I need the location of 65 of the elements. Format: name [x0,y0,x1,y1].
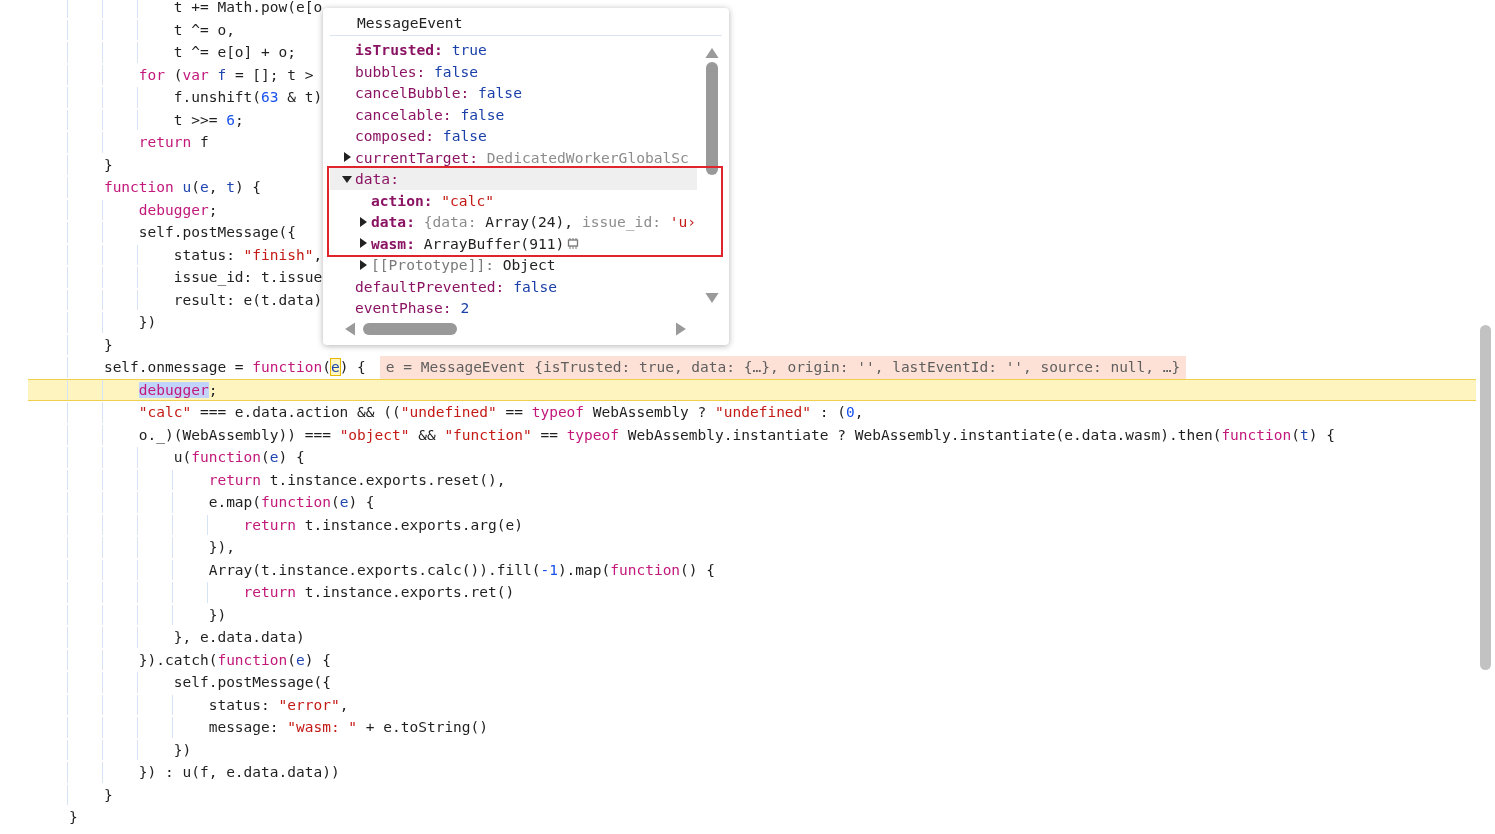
code-line: }).catch(function(e) { [138,650,331,670]
property-entry[interactable]: data: {data: Array(24), issue_id: 'u› [371,213,697,231]
code-line: self.onmessage = function(e) { [103,358,366,377]
code-line: }) [173,740,192,760]
code-line: status: "error", [208,695,349,715]
scroll-down-icon[interactable] [705,293,719,304]
expand-arrow-icon[interactable] [358,238,368,249]
code-line: }) [138,313,157,332]
property-entry[interactable]: composed: false [355,127,487,145]
scroll-left-icon[interactable] [344,322,355,336]
property-entry[interactable]: cancelable: false [355,105,505,123]
code-line: t >>= 6; [173,110,244,130]
code-line: status: "finish", [173,245,323,265]
memory-chip-icon[interactable] [567,237,580,249]
property-entry[interactable]: eventPhase: 2 [355,299,470,317]
inline-value: e = MessageEvent {isTrusted: true, data: {…}, origin: '', lastEventId: '', source: null, …} [379,356,1187,379]
code-line: } [103,785,113,805]
expand-arrow-icon[interactable] [342,152,352,163]
property-entry[interactable]: action: "calc" [371,191,494,209]
code-line: Array(t.instance.exports.calc()).fill(-1).map(function() { [208,560,716,580]
code-line: message: "wasm: " + e.toString() [208,718,489,737]
property-entry[interactable]: cancelBubble: false [355,84,522,102]
selected-row-highlight[interactable]: data: [330,168,697,190]
code-line: o._)(WebAssembly)) === "object" && "function" == typeof WebAssembly.instantiate ? WebAssembly.instantiate(e.data.wasm).then(function(t) { [138,425,1335,446]
code-line: t ^= e[o] + o; [173,43,296,62]
code-line: return t.instance.exports.ret() [243,583,515,602]
code-line: issue_id: t.issue [173,268,323,288]
code-line: function u(e, t) { [103,178,262,197]
code-line: }) [208,605,227,625]
code-line: result: e(t.data) [173,290,323,310]
code-line: for (var f = []; t > [138,65,314,85]
popover-title: MessageEvent [330,8,722,36]
scroll-right-icon[interactable] [676,322,687,336]
code-line: u(function(e) { [173,448,305,467]
property-entry[interactable]: wasm: ArrayBuffer(911) [371,234,565,252]
code-line: debugger; [138,200,218,220]
code-line: e.map(function(e) { [208,493,375,512]
code-line: } [69,808,78,827]
property-entry[interactable]: [[Prototype]]: Object [371,256,556,274]
code-line: return f [138,133,209,152]
property-entry[interactable]: currentTarget: DedicatedWorkerGlobalSc [355,148,689,166]
scrollbar-thumb[interactable] [706,62,718,175]
code-line: "calc" === e.data.action && (("undefined" == typeof WebAssembly ? "undefined" : (0, [138,403,864,422]
code-line: return t.instance.exports.reset(), [208,470,506,490]
property-entry[interactable]: data: [355,170,399,188]
property-entry[interactable]: isTrusted: true [355,41,487,59]
code-line: t ^= o, [173,20,235,40]
collapse-arrow-icon[interactable] [342,173,352,184]
expand-arrow-icon[interactable] [358,216,368,227]
code-line: } [103,335,113,355]
expand-arrow-icon[interactable] [358,259,368,270]
code-line: return t.instance.exports.arg(e) [243,515,523,535]
code-line: }) : u(f, e.data.data)) [138,763,340,782]
code-line: self.postMessage({ [173,673,331,692]
code-line: self.postMessage({ [138,223,296,242]
scrollbar-thumb[interactable] [1480,325,1491,670]
code-line: }), [208,538,235,557]
code-line: } [103,155,113,175]
scrollbar-thumb[interactable] [363,323,457,335]
property-entry[interactable]: bubbles: false [355,62,478,80]
property-entry[interactable]: defaultPrevented: false [355,277,558,295]
code-line: f.unshift(63 & t) [173,88,323,107]
scroll-up-icon[interactable] [705,47,719,58]
code-line: }, e.data.data) [173,628,305,647]
code-line: t += Math.pow(e[o [173,0,323,17]
